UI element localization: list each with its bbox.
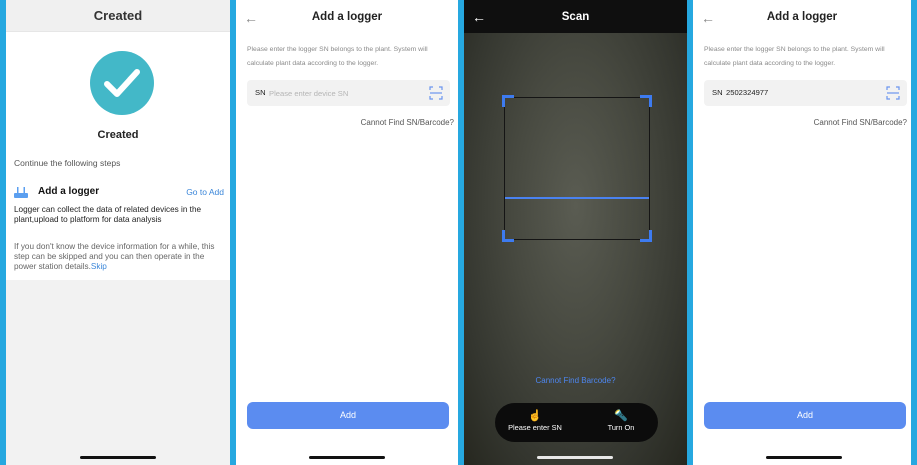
instruction-text: Please enter the logger SN belongs to th… bbox=[247, 46, 428, 67]
scan-screen: ← Scan Cannot Find Barcode? ☝ Please ent… bbox=[464, 0, 687, 465]
steps-label: Continue the following steps bbox=[14, 158, 121, 168]
sn-value[interactable]: 2502324977 bbox=[726, 88, 768, 97]
home-indicator bbox=[537, 456, 613, 459]
flashlight-label: Turn On bbox=[607, 423, 635, 432]
enter-sn-label: Please enter SN bbox=[508, 423, 562, 432]
bottom-area bbox=[6, 280, 230, 465]
page-title: Scan bbox=[561, 11, 590, 23]
home-indicator bbox=[766, 456, 842, 459]
sn-field[interactable]: SN 2502324977 bbox=[704, 80, 907, 106]
add-button[interactable]: Add bbox=[704, 402, 906, 429]
scan-frame bbox=[502, 95, 652, 242]
frame-corner bbox=[502, 230, 514, 242]
flashlight-icon: 🔦 bbox=[614, 410, 628, 422]
success-check-icon bbox=[90, 51, 154, 115]
home-indicator bbox=[309, 456, 385, 459]
status-label: Created bbox=[97, 129, 139, 141]
add-logger-title: Add a logger bbox=[38, 186, 100, 197]
hand-tap-icon: ☝ bbox=[528, 410, 542, 422]
skip-note: If you don't know the device information… bbox=[14, 242, 228, 272]
frame-corner bbox=[502, 95, 514, 107]
cannot-find-sn-link[interactable]: Cannot Find SN/Barcode? bbox=[814, 118, 907, 127]
frame-corner bbox=[640, 95, 652, 107]
sn-prefix: SN bbox=[712, 88, 723, 97]
add-button[interactable]: Add bbox=[247, 402, 449, 429]
scan-action-bar: ☝ Please enter SN 🔦 Turn On bbox=[495, 403, 658, 442]
cannot-find-barcode-link[interactable]: Cannot Find Barcode? bbox=[464, 376, 687, 385]
scan-line bbox=[505, 197, 649, 199]
header: ← Scan bbox=[464, 0, 687, 33]
page-title: Created bbox=[93, 8, 143, 23]
add-logger-screen-filled: ← Add a logger Please enter the logger S… bbox=[693, 0, 911, 465]
skip-note-text: If you don't know the device information… bbox=[14, 242, 215, 271]
scan-barcode-icon[interactable] bbox=[429, 86, 443, 100]
page-title: Add a logger bbox=[766, 11, 838, 23]
instruction-text: Please enter the logger SN belongs to th… bbox=[704, 46, 885, 67]
add-logger-screen-empty: ← Add a logger Please enter the logger S… bbox=[236, 0, 458, 465]
sn-prefix: SN bbox=[255, 88, 266, 97]
page-title: Add a logger bbox=[311, 11, 383, 23]
router-icon bbox=[14, 187, 28, 198]
enter-sn-button[interactable]: ☝ Please enter SN bbox=[499, 409, 571, 432]
add-logger-row: Add a logger Go to Add bbox=[14, 186, 224, 200]
cannot-find-sn-link[interactable]: Cannot Find SN/Barcode? bbox=[361, 118, 454, 127]
go-to-add-link[interactable]: Go to Add bbox=[186, 187, 224, 197]
header: Created bbox=[6, 0, 230, 32]
logger-description: Logger can collect the data of related d… bbox=[14, 205, 202, 224]
home-indicator bbox=[80, 456, 156, 459]
scan-barcode-icon[interactable] bbox=[886, 86, 900, 100]
sn-field[interactable]: SN bbox=[247, 80, 450, 106]
sn-input[interactable] bbox=[269, 85, 419, 101]
flashlight-button[interactable]: 🔦 Turn On bbox=[591, 409, 651, 432]
frame-corner bbox=[640, 230, 652, 242]
created-screen: Created Created Continue the following s… bbox=[6, 0, 230, 465]
skip-link[interactable]: Skip bbox=[91, 262, 107, 271]
